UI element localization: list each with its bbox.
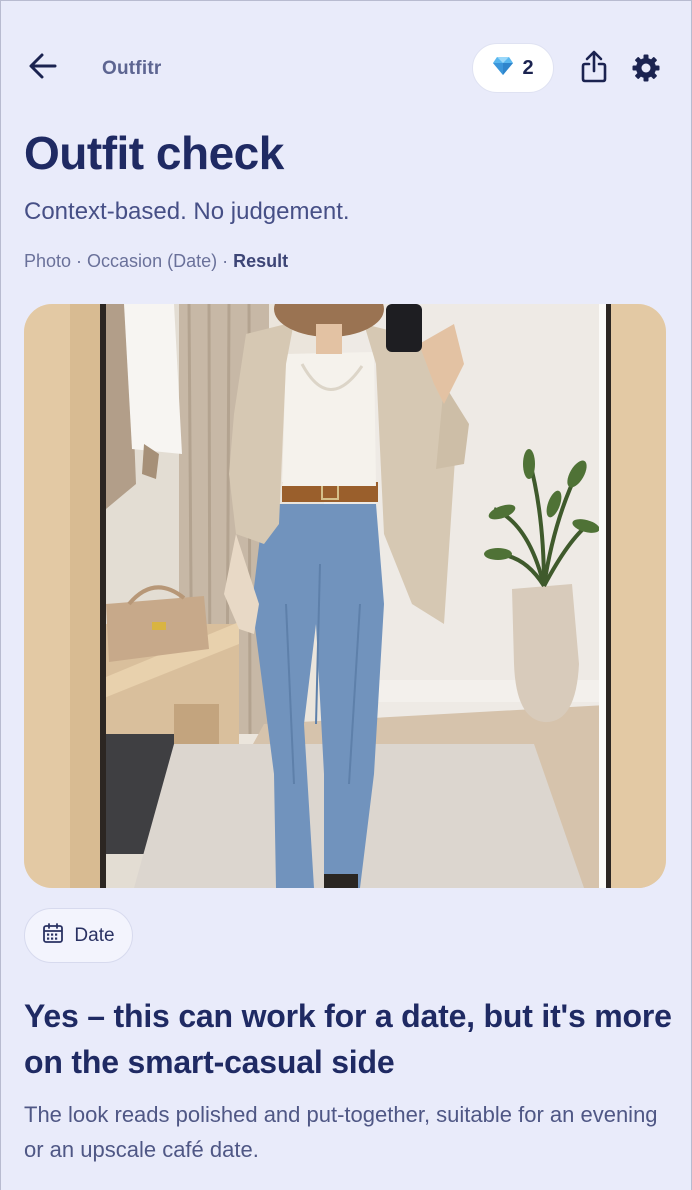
breadcrumb-separator: ·	[217, 251, 234, 271]
calendar-icon	[42, 922, 64, 949]
settings-button[interactable]	[630, 54, 662, 86]
gem-count: 2	[522, 56, 534, 79]
breadcrumb: Photo · Occasion (Date) · Result	[24, 251, 288, 272]
arrow-left-icon	[28, 52, 58, 85]
gear-icon	[632, 54, 660, 87]
page-title: Outfit check	[24, 127, 284, 179]
result-explanation: The look reads polished and put-together…	[24, 1102, 658, 1162]
top-bar: Outfitr 2	[0, 0, 692, 120]
result-verdict: Yes – this can work for a date, but it's…	[24, 998, 672, 1080]
breadcrumb-step-occasion: Occasion (Date)	[87, 251, 218, 271]
outfit-photo	[24, 304, 666, 888]
back-button[interactable]	[26, 52, 60, 84]
gem-balance-button[interactable]: 2	[472, 43, 554, 93]
app-name: Outfitr	[102, 58, 162, 79]
breadcrumb-step-photo: Photo	[24, 251, 72, 271]
occasion-label: Date	[74, 924, 115, 946]
breadcrumb-step-result: Result	[233, 251, 289, 271]
breadcrumb-separator: ·	[71, 251, 88, 271]
diamond-icon	[492, 56, 514, 81]
occasion-chip[interactable]: Date	[24, 908, 133, 963]
page-subtitle: Context-based. No judgement.	[24, 198, 350, 225]
share-icon	[580, 50, 608, 89]
share-button[interactable]	[578, 50, 610, 88]
